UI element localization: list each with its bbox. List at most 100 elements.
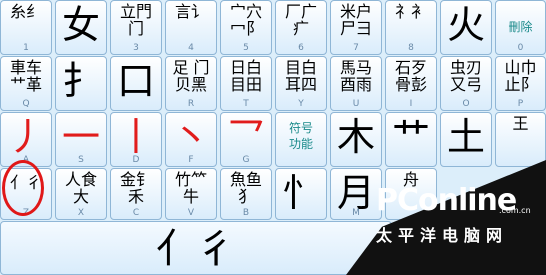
key-label: 糸纟 — [9, 2, 42, 21]
key-label: 土 — [446, 115, 485, 159]
key-label-2: 又弓 — [449, 75, 482, 94]
key-label: 竹⺮ — [174, 170, 207, 189]
candidate-text: 亻彳 — [156, 226, 236, 272]
key-4[interactable]: 言讠 4 — [165, 0, 217, 55]
key-shortcut: Y — [298, 99, 304, 109]
key-label: 火 — [446, 3, 485, 47]
key-label: 木 — [336, 115, 375, 159]
key-label: 宀穴 — [229, 2, 262, 21]
key-label: 艹 — [391, 115, 430, 159]
key-label-2: 大 — [72, 187, 89, 206]
stroke-pie-key[interactable]: 丿 A — [0, 112, 52, 167]
key-shortcut: 1 — [23, 43, 29, 53]
key-i[interactable]: 石歹 骨彭 I — [385, 56, 437, 111]
key-label: 虫刃 — [449, 58, 482, 77]
symbol-function-button[interactable]: 符号 功能 — [275, 112, 327, 167]
key-label: 人食 — [64, 170, 97, 189]
key-label: 一 — [61, 115, 100, 159]
key-shortcut: Q — [22, 99, 30, 109]
key-x[interactable]: 人食 大 X — [55, 168, 107, 220]
key-shortcut: M — [352, 208, 360, 218]
stroke-zhe-key[interactable]: 乛 G — [220, 112, 272, 167]
key-3[interactable]: 立門 门 3 — [110, 0, 162, 55]
key-label-2: 犭 — [237, 187, 254, 206]
key-o[interactable]: 虫刃 又弓 O — [440, 56, 492, 111]
key-shortcut: B — [242, 208, 250, 218]
key-7[interactable]: 米户 尸彐 7 — [330, 0, 382, 55]
key-m[interactable]: 月 M — [330, 168, 382, 220]
key-2[interactable]: 女 — [55, 0, 107, 55]
key-t[interactable]: 日白 目田 T — [220, 56, 272, 111]
key-shortcut: 6 — [298, 43, 304, 53]
key-label: 魚鱼 — [229, 170, 262, 189]
key-r[interactable]: 足 门 贝黑 R — [165, 56, 217, 111]
key-label-2: 禾 — [127, 187, 144, 206]
key-p[interactable]: 山巾 止阝 P — [495, 56, 546, 111]
key-wang[interactable]: 王 — [495, 112, 546, 167]
key-n[interactable]: 忄 — [275, 168, 327, 220]
key-label: 丨 — [116, 115, 155, 159]
stroke-shu-key[interactable]: 丨 D — [110, 112, 162, 167]
key-label: 口 — [116, 59, 155, 103]
key-label: 王 — [512, 114, 529, 133]
stroke-heng-key[interactable]: 一 S — [55, 112, 107, 167]
key-shortcut: 4 — [188, 43, 194, 53]
key-label: 厂广 — [284, 2, 317, 21]
key-shortcut: U — [352, 99, 360, 109]
key-label: 乛 — [226, 115, 265, 159]
key-shortcut: 7 — [353, 43, 359, 53]
key-label: 扌 — [61, 59, 100, 103]
key-5[interactable]: 宀穴 冖阝 5 — [220, 0, 272, 55]
key-label: 石歹 — [394, 58, 427, 77]
key-label: 米户 — [339, 2, 372, 21]
key-label: 立門 — [119, 2, 152, 21]
key-label: 金钅 — [119, 170, 152, 189]
key-label-2: 尸彐 — [339, 19, 372, 38]
key-label-2: 门 — [127, 19, 144, 38]
key-label: 足 门 — [172, 58, 210, 77]
key-shortcut: 3 — [133, 43, 139, 53]
key-8[interactable]: 礻衤 8 — [385, 0, 437, 55]
handwriting-radical-keyboard: 糸纟 1 女 立門 门 3 言讠 4 宀穴 冖阝 5 厂广 疒 6 米户 尸彐 … — [0, 0, 546, 275]
key-w[interactable]: 扌 — [55, 56, 107, 111]
key-c[interactable]: 金钅 禾 C — [110, 168, 162, 220]
stroke-dian-key[interactable]: 丶 F — [165, 112, 217, 167]
key-6[interactable]: 厂广 疒 6 — [275, 0, 327, 55]
key-y[interactable]: 目白 耳四 Y — [275, 56, 327, 111]
watermark-domain: .com.cn — [499, 206, 531, 215]
key-shortcut: R — [187, 99, 195, 109]
key-label-2: 疒 — [292, 19, 309, 38]
key-label-2: 止阝 — [504, 75, 537, 94]
key-label: 符号 — [288, 121, 313, 135]
key-shortcut: F — [188, 155, 194, 165]
key-v[interactable]: 竹⺮ 牛 V — [165, 168, 217, 220]
key-label: 車车 — [9, 58, 42, 77]
key-label: 馬马 — [339, 58, 372, 77]
key-1[interactable]: 糸纟 1 — [0, 0, 52, 55]
key-label: 日白 — [229, 58, 262, 77]
key-label: 丶 — [171, 115, 210, 159]
key-9[interactable]: 火 — [440, 0, 492, 55]
key-shortcut: X — [77, 208, 85, 218]
key-b[interactable]: 魚鱼 犭 B — [220, 168, 272, 220]
highlight-circle — [2, 160, 44, 216]
key-shortcut: D — [132, 155, 140, 165]
key-cao[interactable]: 艹 — [385, 112, 437, 167]
key-label-2: 艹革 — [9, 75, 42, 94]
key-label: 刪除 — [508, 20, 533, 34]
key-e[interactable]: 口 — [110, 56, 162, 111]
key-label-2: 冖阝 — [229, 19, 262, 38]
key-u[interactable]: 馬马 酉雨 U — [330, 56, 382, 111]
candidate-bar[interactable]: 亻彳 — [0, 221, 392, 275]
delete-button[interactable]: 刪除 0 — [495, 0, 546, 55]
key-label: 丿 — [6, 115, 45, 159]
watermark-logo: PConline — [376, 183, 517, 218]
key-shortcut: O — [462, 99, 470, 109]
key-q[interactable]: 車车 艹革 Q — [0, 56, 52, 111]
key-label-2: 酉雨 — [339, 75, 372, 94]
key-mu[interactable]: 木 — [330, 112, 382, 167]
key-shortcut: 0 — [517, 43, 524, 53]
key-tu[interactable]: 土 — [440, 112, 492, 167]
key-shortcut: I — [409, 99, 413, 109]
key-shortcut: P — [517, 99, 524, 109]
